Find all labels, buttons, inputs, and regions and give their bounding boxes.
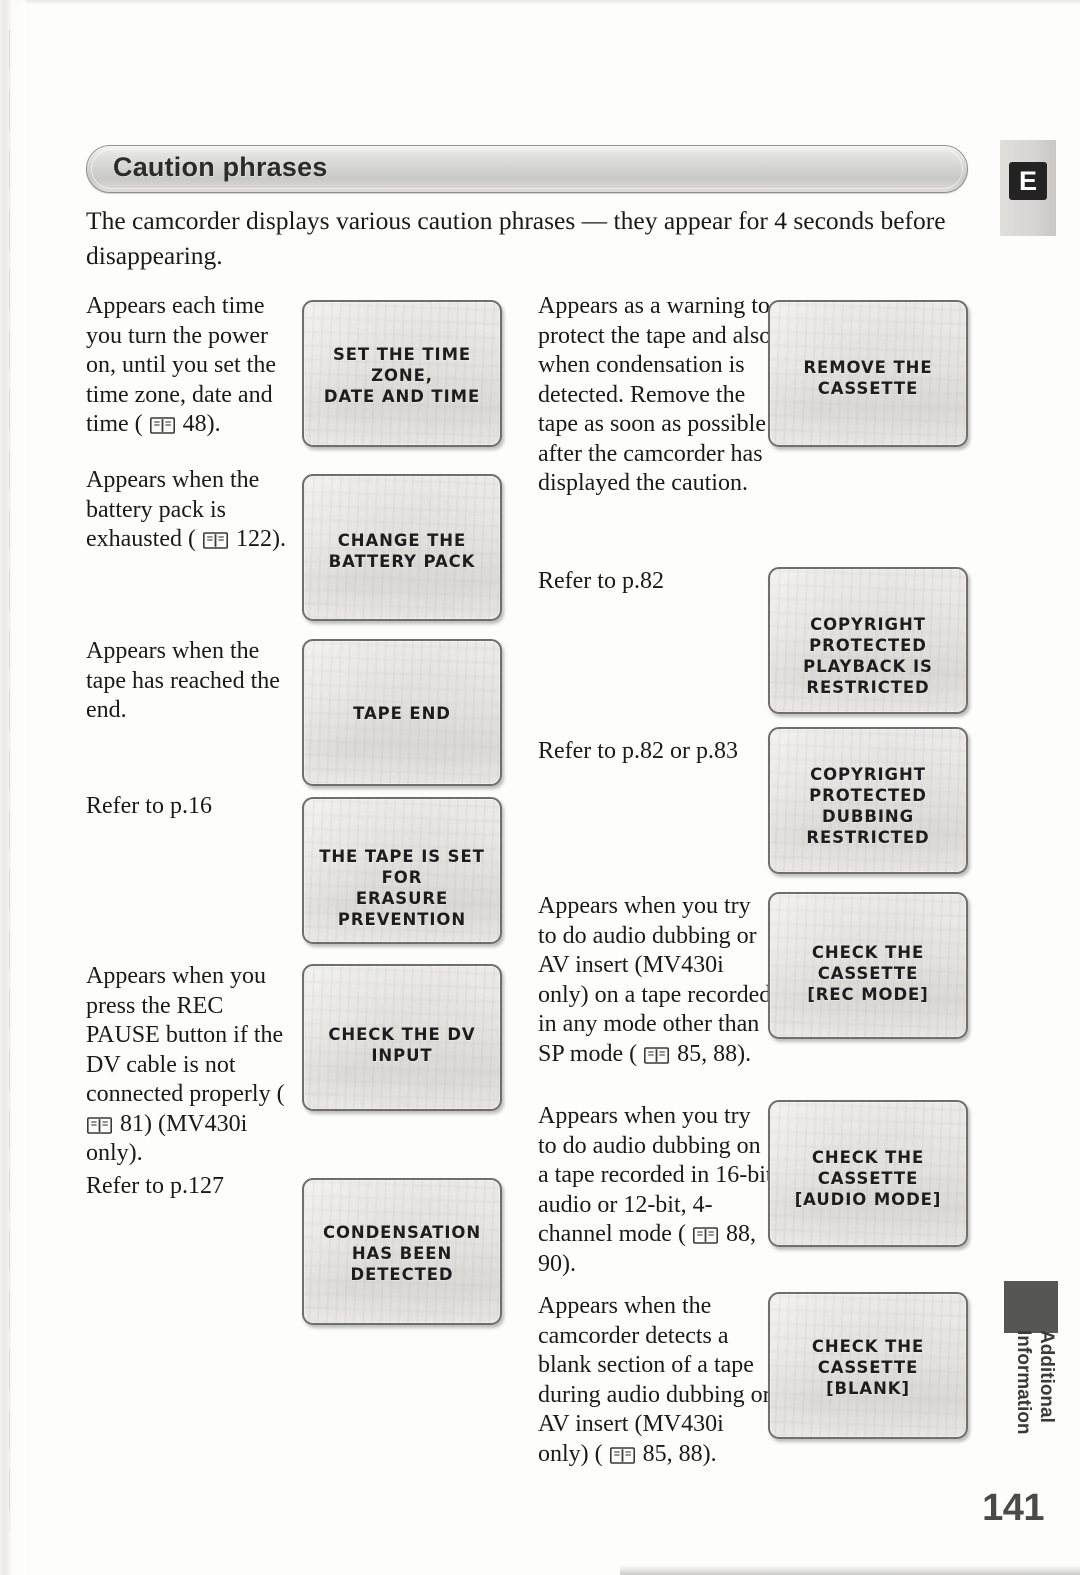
- caution-description: Appears when the camcorder detects a bla…: [538, 1293, 771, 1467]
- lcd-message-box: THE TAPE IS SET FOR ERASURE PREVENTION: [302, 797, 502, 944]
- lcd-message-box: CONDENSATION HAS BEEN DETECTED: [302, 1178, 502, 1325]
- lcd-message-box: CHECK THE CASSETTE [BLANK]: [768, 1292, 968, 1439]
- lcd-message-text: TAPE END: [353, 704, 451, 723]
- lcd-message-text: CHECK THE DV INPUT: [328, 1025, 476, 1065]
- caution-description: Appears when the battery pack is exhaust…: [86, 467, 286, 552]
- lcd-message-text: CHECK THE CASSETTE [REC MODE]: [807, 943, 929, 1004]
- caution-description: Appears when you press the REC PAUSE but…: [86, 963, 285, 1166]
- intro-paragraph: The camcorder displays various caution p…: [86, 206, 946, 270]
- lcd-message-text: THE TAPE IS SET FOR ERASURE PREVENTION: [319, 847, 485, 929]
- lcd-message-box: CHANGE THE BATTERY PACK: [302, 474, 502, 621]
- page-reference-book-icon: [692, 1227, 718, 1244]
- lcd-message-text: CHECK THE CASSETTE [AUDIO MODE]: [794, 1148, 942, 1209]
- caution-description: Appears when you try to do audio dubbing…: [538, 1103, 773, 1277]
- caution-description: Refer to p.16: [86, 793, 212, 819]
- lcd-message-text: SET THE TIME ZONE, DATE AND TIME: [323, 345, 481, 406]
- page-title: Caution phrases: [113, 152, 328, 182]
- caution-description: Refer to p.127: [86, 1173, 224, 1199]
- section-header-banner: Caution phrases: [86, 145, 968, 193]
- lcd-message-box: COPYRIGHT PROTECTED DUBBING RESTRICTED: [768, 727, 968, 874]
- page-reference-book-icon: [87, 1116, 112, 1134]
- lcd-message-text: COPYRIGHT PROTECTED DUBBING RESTRICTED: [806, 765, 930, 847]
- lcd-message-box: SET THE TIME ZONE, DATE AND TIME: [302, 300, 502, 447]
- lcd-message-box: CHECK THE CASSETTE [AUDIO MODE]: [768, 1100, 968, 1247]
- index-tab-letter: E: [1009, 162, 1047, 200]
- chapter-tab-marker: [1004, 1281, 1058, 1333]
- page-reference-book-icon: [609, 1446, 635, 1464]
- lcd-message-text: CHECK THE CASSETTE [BLANK]: [811, 1337, 925, 1398]
- caution-description: Appears when the tape has reached the en…: [86, 638, 280, 723]
- lcd-message-box: REMOVE THE CASSETTE: [768, 300, 968, 447]
- caution-description: Appears when you try to do audio dubbing…: [538, 893, 772, 1067]
- lcd-message-text: REMOVE THE CASSETTE: [803, 358, 933, 398]
- manual-page: Caution phrases E The camcorder displays…: [0, 0, 1080, 1575]
- scan-edge-left: [0, 0, 26, 1575]
- scan-edge-bottom: [620, 1565, 1080, 1575]
- caution-description: Appears each time you turn the power on,…: [86, 293, 276, 437]
- language-index-tab: E: [1000, 140, 1056, 236]
- page-reference-book-icon: [644, 1046, 670, 1064]
- caution-description: Refer to p.82: [538, 568, 664, 594]
- lcd-message-box: CHECK THE DV INPUT: [302, 964, 502, 1111]
- caution-description: Appears as a warning to protect the tape…: [538, 293, 772, 496]
- chapter-tab-label: Additional Information: [1013, 1330, 1057, 1435]
- scan-edge-top: [0, 0, 1080, 5]
- page-reference-book-icon: [149, 417, 175, 434]
- caution-description: Refer to p.82 or p.83: [538, 738, 738, 764]
- lcd-message-text: CHANGE THE BATTERY PACK: [328, 531, 476, 571]
- lcd-message-text: CONDENSATION HAS BEEN DETECTED: [322, 1223, 482, 1284]
- lcd-message-box: COPYRIGHT PROTECTED PLAYBACK IS RESTRICT…: [768, 567, 968, 714]
- lcd-message-text: COPYRIGHT PROTECTED PLAYBACK IS RESTRICT…: [803, 615, 933, 697]
- lcd-message-box: CHECK THE CASSETTE [REC MODE]: [768, 892, 968, 1039]
- page-number: 141: [982, 1487, 1044, 1529]
- lcd-message-box: TAPE END: [302, 639, 502, 786]
- page-reference-book-icon: [202, 532, 228, 549]
